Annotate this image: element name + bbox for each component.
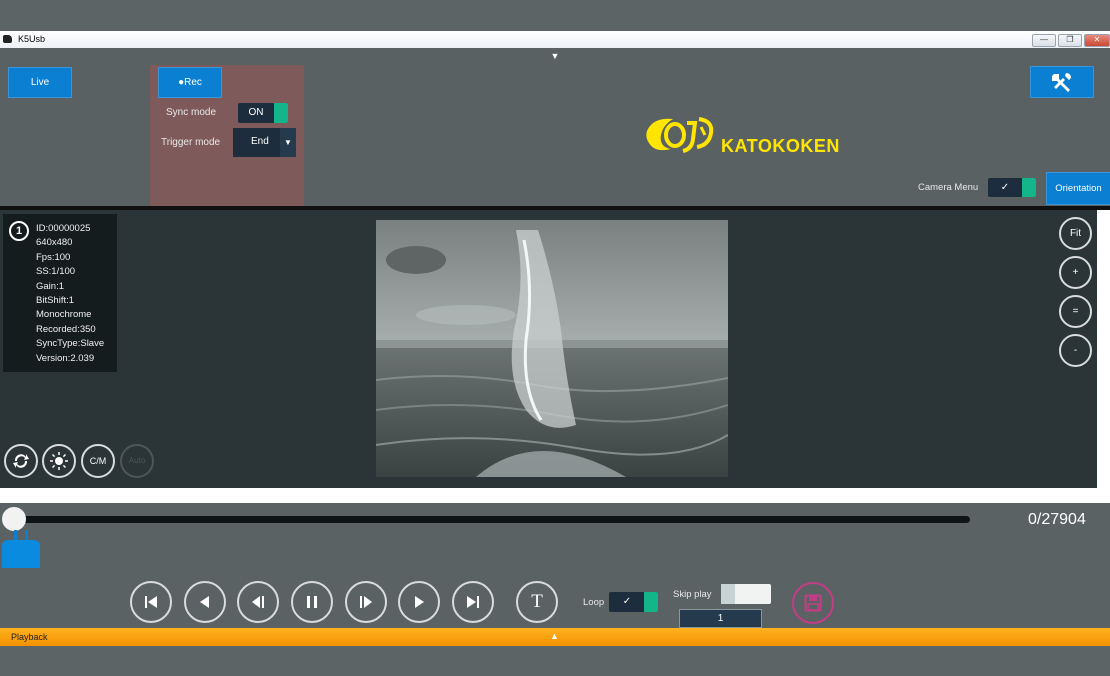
seek-marker-icon[interactable] xyxy=(2,530,40,568)
info-line: Fps:100 xyxy=(36,251,71,263)
katokoken-logo: KATOKOKEN xyxy=(643,113,853,163)
pause-icon xyxy=(307,596,317,608)
zoom-reset-button[interactable]: = xyxy=(1059,295,1092,328)
seek-bar[interactable] xyxy=(14,516,970,523)
skip-play-toggle[interactable] xyxy=(721,584,771,604)
info-line: SS:1/100 xyxy=(36,266,76,278)
bottom-strip xyxy=(0,646,1110,676)
expand-arrow-icon: ▲ xyxy=(550,631,559,641)
toggle-knob xyxy=(644,592,658,612)
rec-button[interactable]: ●Rec xyxy=(158,67,222,98)
playback-bar[interactable]: Playback ▲ xyxy=(0,628,1110,646)
zoom-in-button[interactable]: + xyxy=(1059,256,1092,289)
toggle-knob xyxy=(721,584,735,604)
color-mono-button[interactable]: C/M xyxy=(81,444,115,478)
restore-button[interactable]: ❐ xyxy=(1058,34,1082,47)
logo-text: KATOKOKEN xyxy=(721,136,840,156)
check-icon: ✓ xyxy=(622,596,632,607)
text-overlay-button[interactable]: T xyxy=(516,581,558,623)
close-button[interactable]: ✕ xyxy=(1084,34,1110,47)
save-button[interactable] xyxy=(792,582,834,624)
viewer-edge xyxy=(1097,210,1110,488)
info-line: Version:2.039 xyxy=(36,352,95,364)
playback-label: Playback xyxy=(11,632,48,642)
toolbar-collapse-toggle[interactable]: ▼ xyxy=(0,48,1110,65)
loop-label: Loop xyxy=(583,597,605,608)
step-forward-button[interactable] xyxy=(345,581,387,623)
seek-handle[interactable] xyxy=(2,507,26,531)
play-reverse-button[interactable] xyxy=(184,581,226,623)
info-line: BitShift:1 xyxy=(36,295,75,307)
sun-icon xyxy=(50,452,68,470)
desktop-strip xyxy=(0,0,1110,31)
play-icon xyxy=(415,596,424,608)
skip-play-input[interactable]: 1 xyxy=(679,609,762,628)
trigger-mode-label: Trigger mode xyxy=(161,137,221,148)
info-line: Gain:1 xyxy=(36,280,64,292)
camera-number-badge: 1 xyxy=(9,221,29,241)
minimize-button[interactable]: — xyxy=(1032,34,1056,47)
sync-mode-label: Sync mode xyxy=(166,107,217,118)
orientation-button[interactable]: Orientation xyxy=(1046,172,1110,205)
step-back-button[interactable] xyxy=(237,581,279,623)
sync-mode-value: ON xyxy=(248,107,264,118)
collapse-arrow-icon: ▼ xyxy=(550,51,560,61)
app-icon xyxy=(3,35,12,43)
info-line: Recorded:350 xyxy=(36,323,96,335)
save-icon xyxy=(804,594,822,612)
sync-mode-toggle[interactable]: ON xyxy=(238,103,288,123)
skip-to-end-icon xyxy=(467,596,479,608)
live-button[interactable]: Live xyxy=(8,67,72,98)
tools-icon xyxy=(1052,73,1071,92)
brightness-button[interactable] xyxy=(42,444,76,478)
camera-menu-label: Camera Menu xyxy=(918,182,979,193)
fit-button[interactable]: Fit xyxy=(1059,217,1092,250)
loop-toggle[interactable]: ✓ xyxy=(609,592,658,612)
title-bar: K5Usb — ❐ ✕ xyxy=(0,31,1110,48)
auto-button[interactable]: Auto xyxy=(120,444,154,478)
last-frame-button[interactable] xyxy=(452,581,494,623)
first-frame-button[interactable] xyxy=(130,581,172,623)
info-line: 640x480 xyxy=(36,237,73,249)
toggle-knob xyxy=(1022,178,1036,197)
camera-info-lines: ID:00000025 640x480 Fps:100 SS:1/100 Gai… xyxy=(36,222,104,366)
viewer-bottom-edge xyxy=(0,488,1110,503)
skip-to-start-icon xyxy=(145,596,157,608)
rotate-icon xyxy=(13,454,29,468)
window-title: K5Usb xyxy=(18,34,46,44)
step-back-icon xyxy=(252,596,264,608)
trigger-mode-select[interactable]: End ▼ xyxy=(233,128,296,157)
chevron-down-icon: ▼ xyxy=(280,128,296,157)
play-button[interactable] xyxy=(398,581,440,623)
trigger-mode-value: End xyxy=(251,136,269,147)
video-frame xyxy=(376,220,728,477)
info-line: Monochrome xyxy=(36,309,92,321)
check-icon: ✓ xyxy=(1000,182,1010,193)
toggle-knob xyxy=(274,103,288,123)
camera-info-panel: 1 ID:00000025 640x480 Fps:100 SS:1/100 G… xyxy=(3,214,117,372)
play-reverse-icon xyxy=(200,596,209,608)
rotate-button[interactable] xyxy=(4,444,38,478)
skip-play-label: Skip play xyxy=(673,589,712,600)
info-line: ID:00000025 xyxy=(36,223,91,234)
step-forward-icon xyxy=(360,596,372,608)
camera-menu-toggle[interactable]: ✓ xyxy=(988,178,1036,197)
pause-button[interactable] xyxy=(291,581,333,623)
settings-button[interactable] xyxy=(1030,66,1094,98)
logo-mark-icon xyxy=(646,117,714,153)
zoom-out-button[interactable]: - xyxy=(1059,334,1092,367)
frame-counter: 0/27904 xyxy=(1028,511,1086,528)
info-line: SyncType:Slave xyxy=(36,338,105,350)
